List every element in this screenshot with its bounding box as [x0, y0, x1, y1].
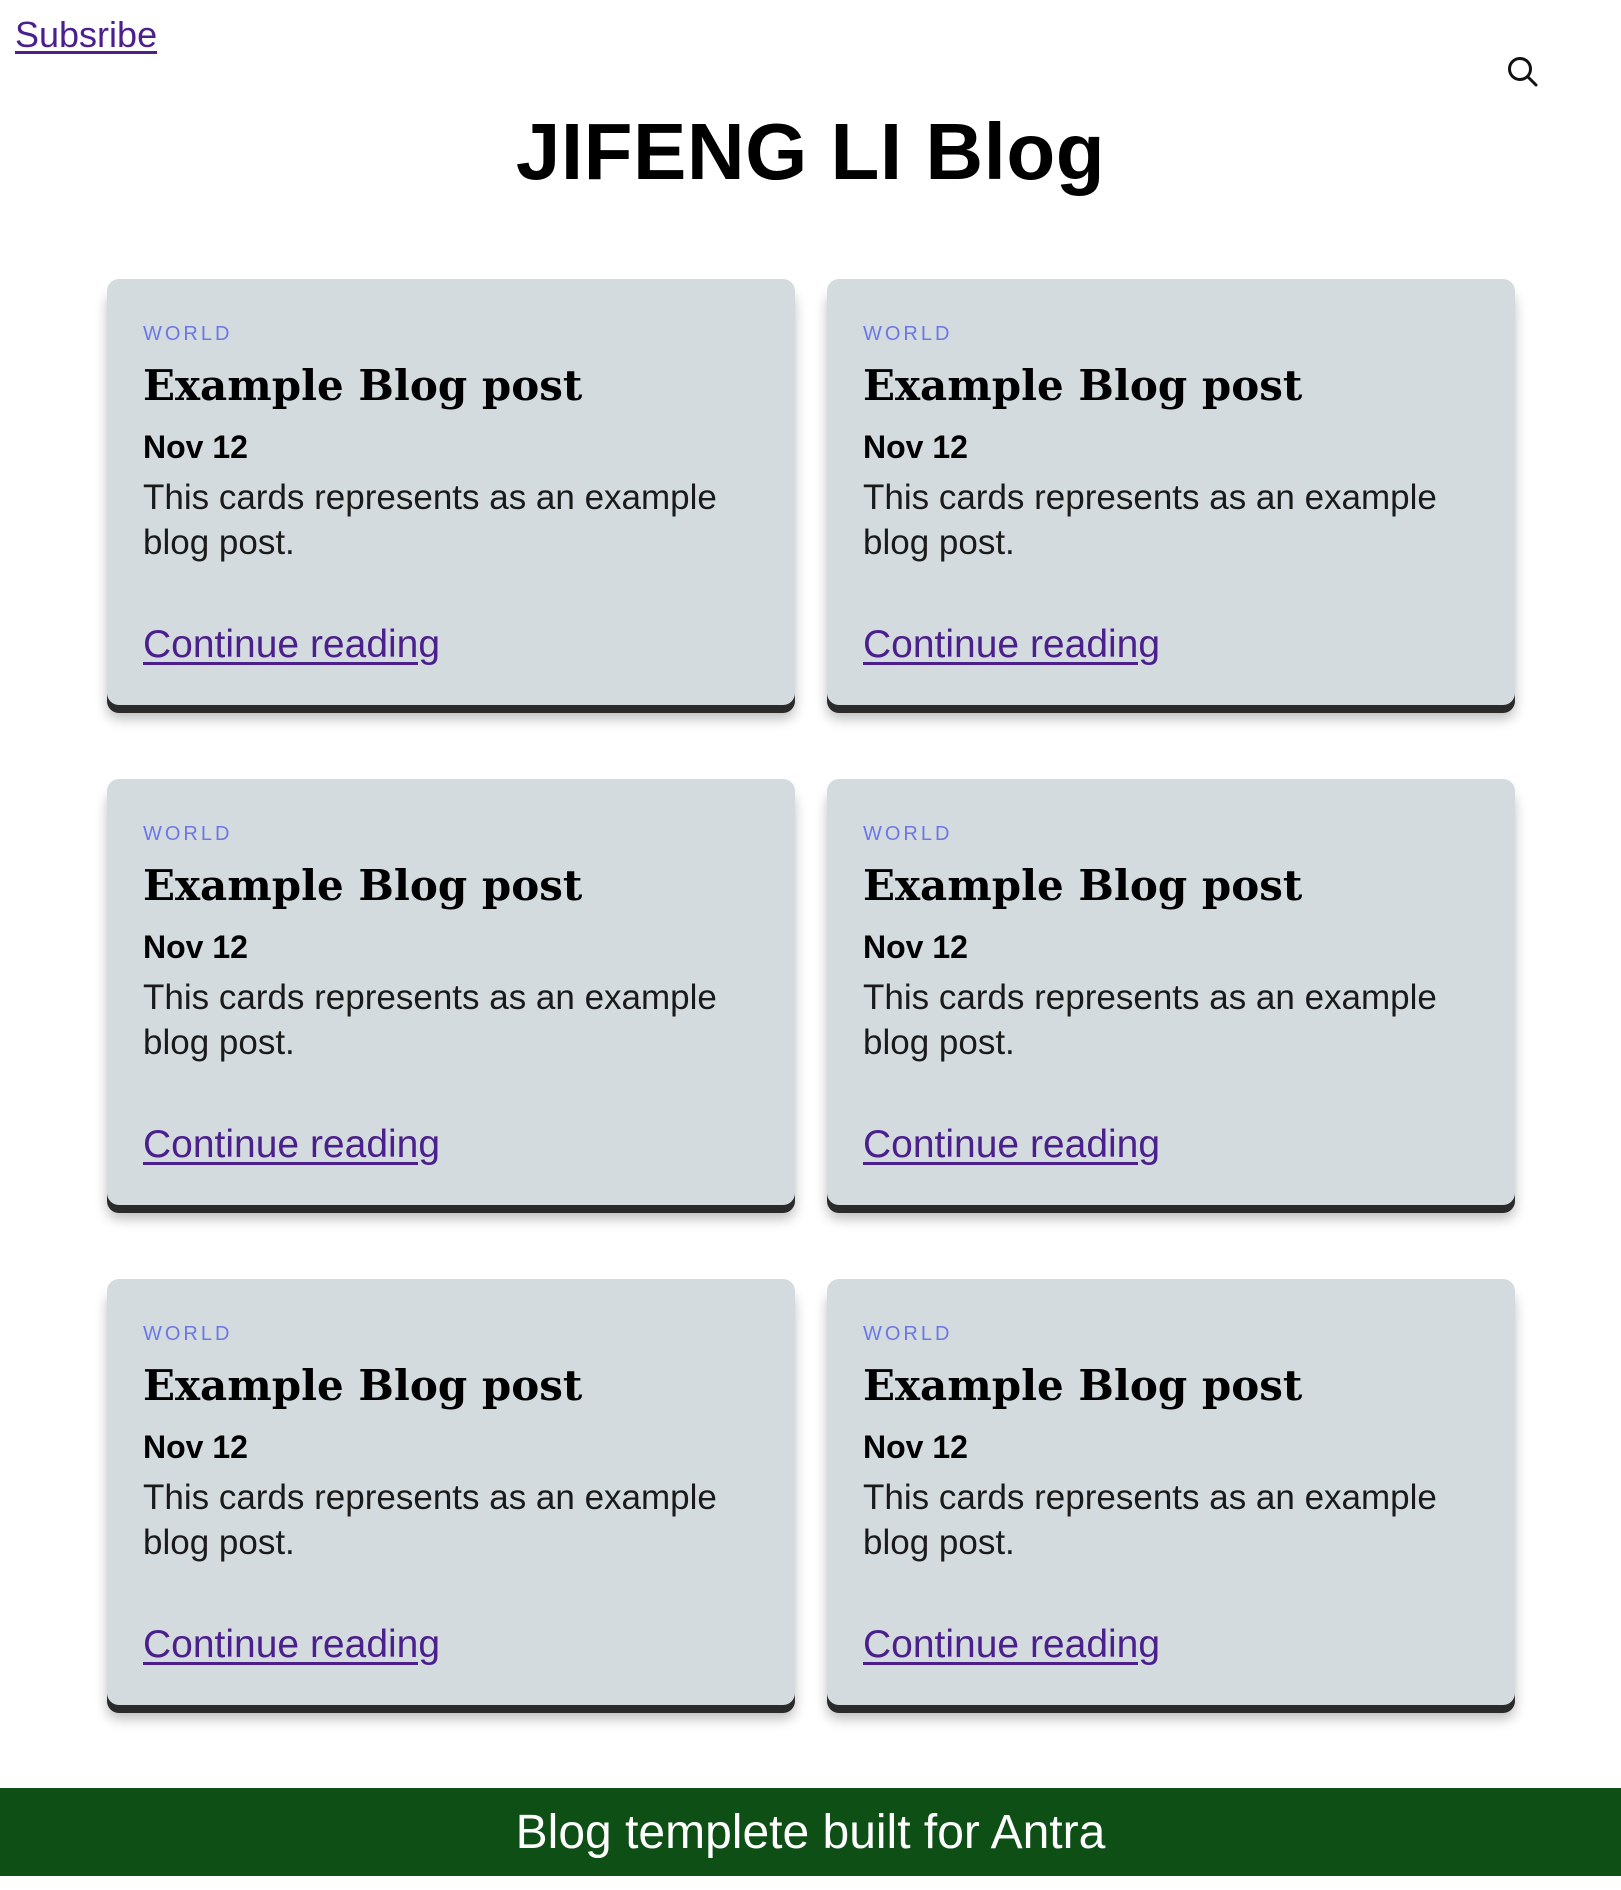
continue-reading-link[interactable]: Continue reading	[143, 623, 440, 667]
post-card: WORLD Example Blog post Nov 12 This card…	[107, 279, 795, 705]
post-excerpt: This cards represents as an example blog…	[863, 478, 1437, 562]
blog-page: Subsribe JIFENG LI Blog WORLD Example Bl…	[0, 0, 1621, 1890]
post-excerpt: This cards represents as an example blog…	[143, 478, 717, 562]
post-card: WORLD Example Blog post Nov 12 This card…	[827, 279, 1515, 705]
post-category[interactable]: WORLD	[863, 1323, 952, 1346]
search-button[interactable]	[1506, 55, 1540, 89]
post-card: WORLD Example Blog post Nov 12 This card…	[107, 779, 795, 1205]
post-date: Nov 12	[863, 429, 968, 465]
post-card: WORLD Example Blog post Nov 12 This card…	[827, 779, 1515, 1205]
subscribe-link[interactable]: Subsribe	[15, 14, 157, 56]
post-title: Example Blog post	[143, 1361, 583, 1410]
post-date: Nov 12	[143, 429, 248, 465]
post-grid: WORLD Example Blog post Nov 12 This card…	[107, 279, 1515, 1705]
post-card: WORLD Example Blog post Nov 12 This card…	[827, 1279, 1515, 1705]
post-excerpt: This cards represents as an example blog…	[143, 978, 717, 1062]
post-category[interactable]: WORLD	[863, 823, 952, 846]
post-date: Nov 12	[143, 929, 248, 965]
post-category[interactable]: WORLD	[143, 1323, 232, 1346]
site-footer: Blog templete built for Antra	[0, 1788, 1621, 1876]
site-title: JIFENG LI Blog	[515, 107, 1106, 196]
post-date: Nov 12	[863, 1429, 968, 1465]
post-category[interactable]: WORLD	[143, 323, 232, 346]
post-title: Example Blog post	[143, 361, 583, 410]
post-excerpt: This cards represents as an example blog…	[863, 1478, 1437, 1562]
post-category[interactable]: WORLD	[143, 823, 232, 846]
post-date: Nov 12	[863, 929, 968, 965]
continue-reading-link[interactable]: Continue reading	[143, 1623, 440, 1667]
search-icon	[1508, 57, 1538, 87]
post-card: WORLD Example Blog post Nov 12 This card…	[107, 1279, 795, 1705]
post-category[interactable]: WORLD	[863, 323, 952, 346]
post-title: Example Blog post	[143, 861, 583, 910]
post-excerpt: This cards represents as an example blog…	[863, 978, 1437, 1062]
continue-reading-link[interactable]: Continue reading	[863, 1123, 1160, 1167]
footer-text: Blog templete built for Antra	[515, 1805, 1106, 1859]
post-title: Example Blog post	[863, 861, 1303, 910]
post-title: Example Blog post	[863, 361, 1303, 410]
continue-reading-link[interactable]: Continue reading	[143, 1123, 440, 1167]
continue-reading-link[interactable]: Continue reading	[863, 1623, 1160, 1667]
continue-reading-link[interactable]: Continue reading	[863, 623, 1160, 667]
post-date: Nov 12	[143, 1429, 248, 1465]
post-excerpt: This cards represents as an example blog…	[143, 1478, 717, 1562]
post-title: Example Blog post	[863, 1361, 1303, 1410]
